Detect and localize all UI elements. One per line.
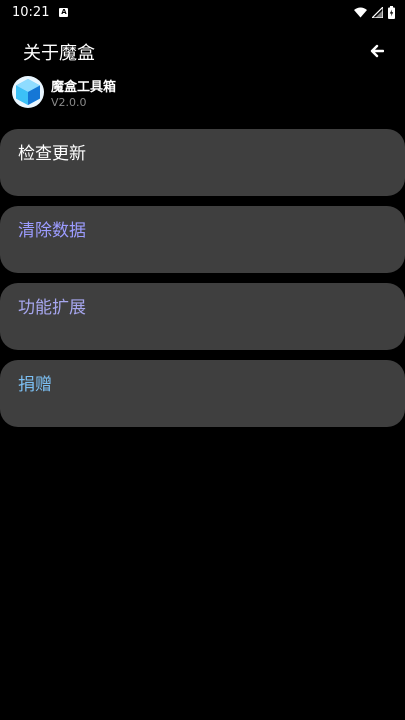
app-version: V2.0.0 bbox=[51, 95, 87, 109]
check-update-button[interactable]: 检查更新 bbox=[0, 129, 405, 196]
wifi-icon bbox=[354, 7, 367, 18]
menu-item-label: 捐赠 bbox=[18, 375, 52, 395]
extensions-button[interactable]: 功能扩展 bbox=[0, 283, 405, 350]
menu-item-label: 功能扩展 bbox=[18, 298, 86, 318]
donate-button[interactable]: 捐赠 bbox=[0, 360, 405, 427]
app-info: 魔盒工具箱 V2.0.0 bbox=[12, 76, 116, 112]
battery-icon bbox=[388, 5, 395, 19]
back-button[interactable] bbox=[365, 40, 389, 64]
app-name: 魔盒工具箱 bbox=[51, 79, 117, 95]
signal-icon bbox=[372, 6, 383, 18]
app-bar: 关于魔盒 bbox=[0, 34, 405, 70]
status-bar: 10:21 A bbox=[0, 0, 405, 24]
app-text: 魔盒工具箱 V2.0.0 bbox=[51, 80, 116, 109]
menu-item-label: 清除数据 bbox=[18, 221, 86, 241]
clear-data-button[interactable]: 清除数据 bbox=[0, 206, 405, 273]
menu-item-label: 检查更新 bbox=[18, 144, 86, 164]
menu-list: 检查更新 清除数据 功能扩展 捐赠 bbox=[0, 129, 405, 437]
status-time: 10:21 bbox=[12, 4, 50, 20]
status-icons bbox=[354, 5, 395, 19]
cube-icon bbox=[12, 76, 44, 112]
notification-a-icon: A bbox=[59, 7, 69, 17]
arrow-left-icon bbox=[370, 43, 385, 62]
page-title: 关于魔盒 bbox=[23, 43, 95, 64]
